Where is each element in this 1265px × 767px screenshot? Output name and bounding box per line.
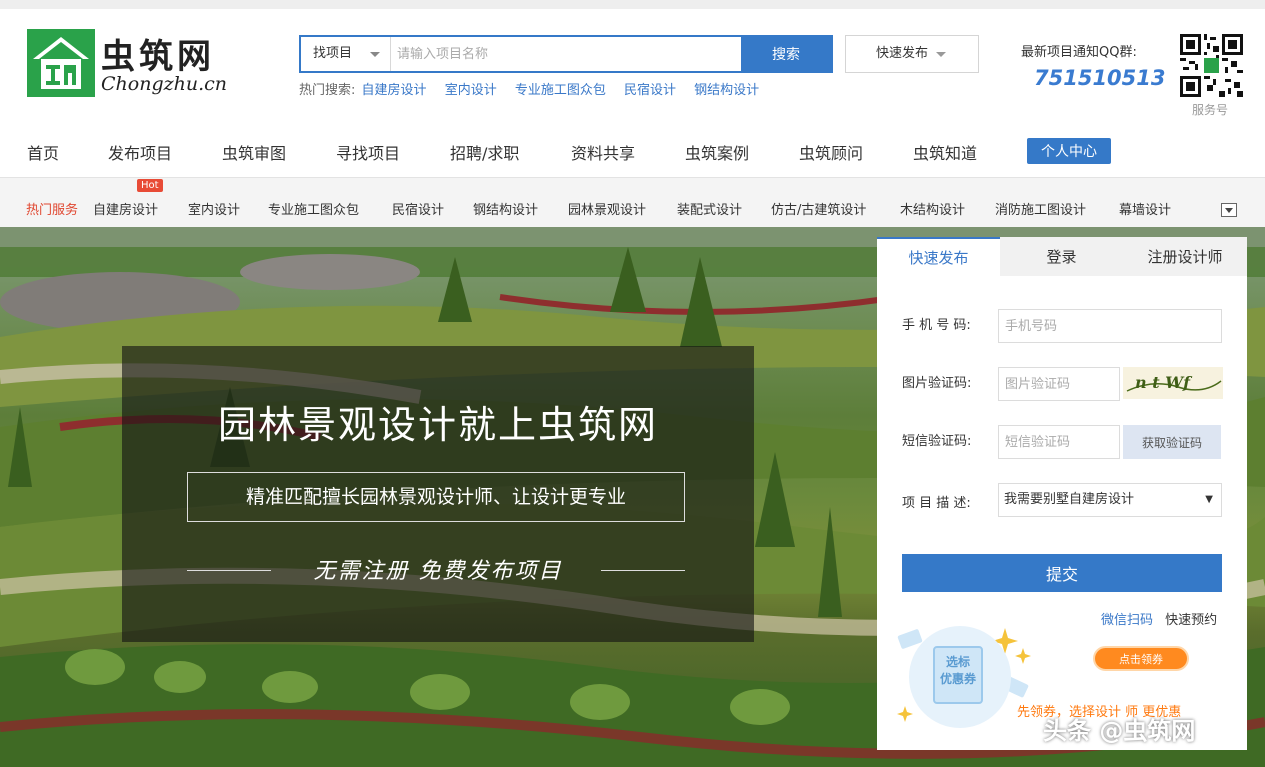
service-item[interactable]: 园林景观设计 xyxy=(568,199,646,218)
hot-search: 热门搜索: 自建房设计 室内设计 专业施工图众包 民宿设计 钢结构设计 xyxy=(299,79,759,98)
hot-services-title: 热门服务 xyxy=(26,203,79,218)
search-box: 找项目 搜索 xyxy=(299,35,833,73)
nav-item-publish[interactable]: 发布项目 xyxy=(108,140,172,164)
main-nav: 首页 发布项目 虫筑审图 寻找项目 招聘/求职 资料共享 虫筑案例 虫筑顾问 虫… xyxy=(0,128,1265,172)
top-strip xyxy=(0,0,1265,9)
service-item[interactable]: 木结构设计 xyxy=(900,199,965,218)
tab-quick-publish[interactable]: 快速发布 xyxy=(877,237,1000,276)
coupon-card-line2: 优惠券 xyxy=(939,672,976,686)
expand-services-button[interactable] xyxy=(1221,203,1237,217)
quick-publish-panel: 快速发布 登录 注册设计师 手 机 号 码: 图片验证码: n t Wf 短信验… xyxy=(877,237,1247,750)
nav-item-knowledge[interactable]: 虫筑知道 xyxy=(913,140,977,164)
qr-caption: 服务号 xyxy=(1192,103,1229,117)
nav-item-cases[interactable]: 虫筑案例 xyxy=(685,140,749,164)
qq-group-number: 751510513 xyxy=(1034,66,1166,90)
search-type-dropdown[interactable]: 找项目 xyxy=(301,37,391,71)
submit-button[interactable]: 提交 xyxy=(902,554,1222,592)
service-item[interactable]: 专业施工图众包 xyxy=(268,199,359,218)
hero-title: 园林景观设计就上虫筑网 xyxy=(217,403,658,447)
get-sms-code-button[interactable]: 获取验证码 xyxy=(1123,425,1221,459)
personal-center-button[interactable]: 个人中心 xyxy=(1027,138,1111,164)
service-item[interactable]: 民宿设计 xyxy=(392,199,444,218)
hot-search-link[interactable]: 民宿设计 xyxy=(624,83,676,98)
service-item[interactable]: 室内设计 xyxy=(188,199,240,218)
hot-search-link[interactable]: 室内设计 xyxy=(445,83,497,98)
coupon-card-line1: 选标 xyxy=(945,655,970,669)
nav-item-home[interactable]: 首页 xyxy=(27,140,59,164)
nav-item-find-projects[interactable]: 寻找项目 xyxy=(336,140,400,164)
hot-search-link[interactable]: 专业施工图众包 xyxy=(515,83,606,98)
logo-chinese-name: 虫筑网 xyxy=(101,37,215,77)
qr-code-icon xyxy=(1180,34,1243,97)
hero-text-overlay: 园林景观设计就上虫筑网 精准匹配擅长园林景观设计师、让设计更专业 无需注册 免费… xyxy=(122,346,754,642)
nav-item-review[interactable]: 虫筑审图 xyxy=(222,140,286,164)
service-item[interactable]: 仿古/古建筑设计 xyxy=(771,199,866,218)
quick-publish-label: 快速发布 xyxy=(876,46,929,61)
phone-input[interactable] xyxy=(998,309,1222,343)
site-logo[interactable]: 虫筑网 Chongzhu.cn xyxy=(27,29,227,99)
hero-tagline: 无需注册 免费发布项目 xyxy=(313,559,563,584)
qq-group-label: 最新项目通知QQ群: xyxy=(1021,45,1137,60)
project-description-value: 我需要别墅自建房设计 xyxy=(1004,492,1135,507)
search-type-label: 找项目 xyxy=(313,46,353,61)
phone-label: 手 机 号 码: xyxy=(902,318,971,333)
hero-subtitle: 精准匹配擅长园林景观设计师、让设计更专业 xyxy=(187,472,685,522)
search-input[interactable] xyxy=(391,37,741,71)
service-item[interactable]: 自建房设计 xyxy=(93,199,158,218)
hot-search-label: 热门搜索: xyxy=(299,83,356,98)
service-item[interactable]: 钢结构设计 xyxy=(473,199,538,218)
panel-tabs: 快速发布 登录 注册设计师 xyxy=(877,237,1247,276)
nav-item-jobs[interactable]: 招聘/求职 xyxy=(450,140,519,164)
project-description-select[interactable]: 我需要别墅自建房设计 ▼ xyxy=(998,483,1222,517)
captcha-label: 图片验证码: xyxy=(902,376,972,391)
service-item[interactable]: 幕墙设计 xyxy=(1119,199,1171,218)
hot-search-link[interactable]: 钢结构设计 xyxy=(694,83,759,98)
hot-search-link[interactable]: 自建房设计 xyxy=(362,83,427,98)
nav-item-consultants[interactable]: 虫筑顾问 xyxy=(799,140,863,164)
nav-item-resources[interactable]: 资料共享 xyxy=(571,140,635,164)
captcha-image[interactable]: n t Wf xyxy=(1123,367,1223,399)
chevron-down-icon xyxy=(936,52,946,57)
quick-publish-dropdown[interactable]: 快速发布 xyxy=(845,35,979,73)
chevron-down-icon xyxy=(370,52,380,57)
sms-code-input[interactable] xyxy=(998,425,1120,459)
description-label: 项 目 描 述: xyxy=(902,496,971,511)
hot-services-bar: 热门服务 Hot 自建房设计 室内设计 专业施工图众包 民宿设计 钢结构设计 园… xyxy=(0,177,1265,227)
claim-coupon-button[interactable]: 点击领券 xyxy=(1093,646,1189,671)
service-item[interactable]: 消防施工图设计 xyxy=(995,199,1086,218)
service-item[interactable]: 装配式设计 xyxy=(677,199,742,218)
watermark: 头条 @虫筑网 xyxy=(1043,717,1196,745)
coupon-ticket-icon: 选标 优惠券 xyxy=(933,646,983,704)
hot-badge: Hot xyxy=(137,179,163,192)
house-logo-icon xyxy=(27,29,95,97)
captcha-input[interactable] xyxy=(998,367,1120,401)
tab-register-designer[interactable]: 注册设计师 xyxy=(1123,237,1247,276)
sms-label: 短信验证码: xyxy=(902,434,972,449)
captcha-text: n t Wf xyxy=(1135,373,1193,392)
triangle-down-icon xyxy=(1225,208,1233,213)
search-button[interactable]: 搜索 xyxy=(741,37,831,71)
tab-login[interactable]: 登录 xyxy=(1000,237,1123,276)
triangle-down-icon: ▼ xyxy=(1205,494,1213,505)
logo-english-name: Chongzhu.cn xyxy=(101,73,228,95)
